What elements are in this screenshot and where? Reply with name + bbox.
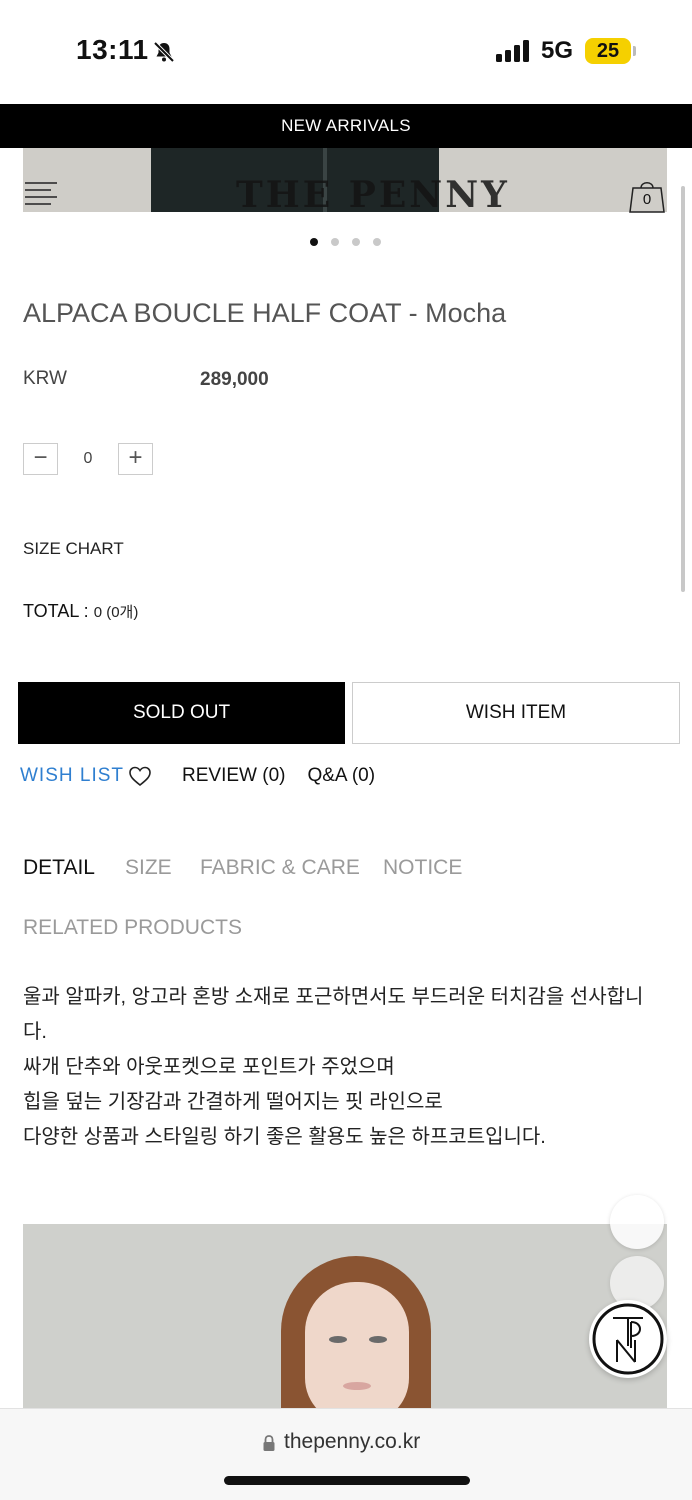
- site-logo[interactable]: THE PENNY: [236, 174, 510, 216]
- model-photo[interactable]: [23, 1224, 667, 1424]
- tab-fabric-care[interactable]: FABRIC & CARE: [200, 856, 360, 880]
- description-line: 울과 알파카, 앙고라 혼방 소재로 포근하면서도 부드러운 터치감을 선사합니: [23, 986, 644, 1008]
- browser-address-bar[interactable]: [0, 1408, 692, 1500]
- currency-label: KRW: [23, 368, 67, 389]
- order-total: TOTAL : 0 (0개): [23, 601, 138, 622]
- battery-indicator: 25: [585, 38, 631, 64]
- model-eye: [369, 1336, 387, 1343]
- description-line: 다.: [23, 1021, 47, 1043]
- description-line: 다양한 상품과 스타일링 하기 좋은 활용도 높은 하프코트입니다.: [23, 1126, 546, 1148]
- carousel-indicator: [310, 238, 381, 246]
- status-time: 13:11: [76, 34, 149, 65]
- total-label: TOTAL :: [23, 601, 94, 621]
- description-line: 싸개 단추와 아웃포켓으로 포인트가 주었으며: [23, 1056, 395, 1078]
- cellular-signal-icon: [496, 40, 529, 62]
- model-lips: [343, 1382, 371, 1390]
- product-links: WISH LIST REVIEW (0) Q&A (0): [20, 765, 375, 787]
- review-link[interactable]: REVIEW (0): [182, 765, 285, 787]
- brand-monogram-icon: [592, 1303, 664, 1375]
- bell-muted-icon: [153, 41, 175, 63]
- product-description: 울과 알파카, 앙고라 혼방 소재로 포근하면서도 부드러운 터치감을 선사합니…: [23, 980, 673, 1155]
- carousel-dot[interactable]: [310, 238, 318, 246]
- description-line: 힙을 덮는 기장감과 간결하게 떨어지는 핏 라인으로: [23, 1091, 443, 1113]
- tab-detail[interactable]: DETAIL: [23, 856, 95, 880]
- hamburger-menu-icon[interactable]: [24, 180, 58, 206]
- carousel-dot[interactable]: [352, 238, 360, 246]
- quantity-value[interactable]: 0: [58, 450, 118, 468]
- size-chart-link[interactable]: SIZE CHART: [23, 539, 124, 559]
- floating-button[interactable]: [610, 1195, 664, 1249]
- page-scrollbar[interactable]: [681, 186, 685, 592]
- model-face: [305, 1282, 409, 1424]
- status-bar: 13:11 5G 25: [0, 0, 692, 104]
- tab-related-products[interactable]: RELATED PRODUCTS: [23, 916, 242, 940]
- battery-nub: [633, 46, 636, 56]
- carousel-dot[interactable]: [331, 238, 339, 246]
- total-value: 0 (0개): [93, 604, 139, 621]
- quantity-increase-button[interactable]: +: [118, 443, 153, 475]
- wish-list-link[interactable]: WISH LIST: [20, 765, 124, 787]
- cart-count: 0: [642, 191, 652, 208]
- model-eye: [329, 1336, 347, 1343]
- sold-out-button[interactable]: SOLD OUT: [18, 682, 345, 744]
- tab-notice[interactable]: NOTICE: [383, 856, 462, 880]
- carousel-dot[interactable]: [373, 238, 381, 246]
- product-price: 289,000: [200, 369, 269, 390]
- lock-icon: [263, 1435, 275, 1451]
- network-label: 5G: [541, 37, 574, 64]
- brand-monogram-button[interactable]: [589, 1300, 667, 1378]
- url-text[interactable]: thepenny.co.kr: [284, 1430, 420, 1454]
- tab-size[interactable]: SIZE: [125, 856, 172, 880]
- wish-item-button[interactable]: WISH ITEM: [352, 682, 680, 744]
- quantity-decrease-button[interactable]: −: [23, 443, 58, 475]
- home-indicator[interactable]: [224, 1476, 470, 1485]
- qa-link[interactable]: Q&A (0): [307, 765, 375, 787]
- new-arrivals-banner[interactable]: NEW ARRIVALS: [0, 104, 692, 148]
- heart-icon[interactable]: [128, 765, 152, 787]
- product-title: ALPACA BOUCLE HALF COAT - Mocha: [23, 298, 507, 328]
